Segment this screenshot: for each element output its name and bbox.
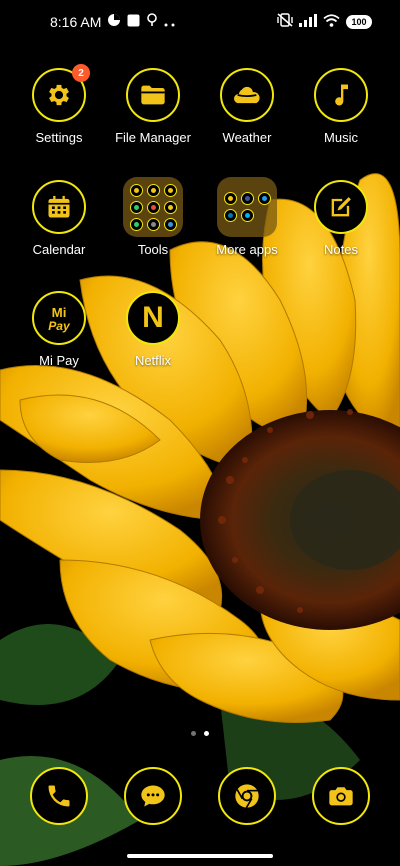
phone-icon (30, 767, 88, 825)
app-mi-pay[interactable]: Mi Pay Mi Pay (12, 291, 106, 368)
messages-icon (124, 767, 182, 825)
app-label: Settings (35, 130, 83, 145)
app-label: Weather (222, 130, 272, 145)
dock-phone[interactable] (30, 767, 88, 825)
app-settings[interactable]: 2 Settings (12, 64, 106, 145)
data-saver-icon (107, 13, 121, 30)
notification-badge: 2 (72, 64, 90, 82)
linkedin-mini-icon (223, 209, 237, 222)
more-notifications-icon (164, 14, 176, 30)
app-netflix[interactable]: N Netflix (106, 291, 200, 368)
wifi-icon (323, 13, 340, 30)
chrome-icon (218, 767, 276, 825)
dock-messages[interactable] (124, 767, 182, 825)
skype-mini-icon (240, 209, 254, 222)
app-file-manager[interactable]: File Manager (106, 68, 200, 145)
notification-app-icon (127, 14, 140, 30)
netflix-icon: N (126, 291, 180, 345)
app-label: Calendar (32, 242, 86, 257)
folder-tools[interactable]: Tools (106, 177, 200, 257)
calendar-icon (32, 180, 86, 234)
twitter-mini-icon (257, 192, 271, 205)
app-label: Notes (324, 242, 358, 257)
mail-mini-icon (223, 192, 237, 205)
mi-pay-logo-pay: Pay (48, 319, 71, 333)
calculator-mini-icon (146, 183, 160, 197)
app-label: File Manager (115, 130, 191, 145)
signal-icon (299, 13, 317, 30)
app-music[interactable]: Music (294, 68, 388, 145)
more-apps-folder-icon (217, 177, 277, 237)
recorder-mini-icon (146, 200, 160, 214)
location-icon (146, 13, 158, 30)
music-note-icon (314, 68, 368, 122)
camera-icon (312, 767, 370, 825)
app-mini-icon (129, 200, 143, 214)
mi-pay-logo-mi: Mi (52, 305, 67, 320)
clock-mini-icon (163, 183, 177, 197)
battery-indicator: 100 (346, 14, 372, 29)
status-bar: 8:16 AM 100 (0, 0, 400, 44)
contacts-mini-icon (129, 183, 143, 197)
compass-mini-icon (146, 217, 160, 231)
dock-camera[interactable] (312, 767, 370, 825)
gesture-nav-bar[interactable] (127, 854, 273, 858)
mi-pay-icon: Mi Pay (32, 291, 86, 345)
folder-more-apps[interactable]: More apps (200, 177, 294, 257)
app-label: Netflix (134, 353, 172, 368)
folder-icon (126, 68, 180, 122)
dock-chrome[interactable] (218, 767, 276, 825)
settings-icon: 2 (32, 64, 90, 122)
page-dot-1[interactable] (191, 731, 196, 736)
notes-icon (314, 180, 368, 234)
tools-folder-icon (123, 177, 183, 237)
netflix-logo-letter: N (142, 301, 164, 334)
app-calendar[interactable]: Calendar (12, 180, 106, 257)
app-notes[interactable]: Notes (294, 180, 388, 257)
play-mini-icon (129, 217, 143, 231)
browser-mini-icon (163, 217, 177, 231)
weather-icon (220, 68, 274, 122)
app-label: Music (324, 130, 358, 145)
page-indicator (0, 731, 400, 736)
app-label: More apps (216, 242, 278, 257)
app-label: Mi Pay (39, 353, 79, 368)
app-label: Tools (137, 242, 169, 257)
status-time: 8:16 AM (50, 13, 102, 30)
facebook-mini-icon (240, 192, 254, 205)
vibrate-off-icon (277, 13, 293, 30)
gallery-mini-icon (163, 200, 177, 214)
page-dot-2-active[interactable] (204, 731, 209, 736)
app-weather[interactable]: Weather (200, 68, 294, 145)
